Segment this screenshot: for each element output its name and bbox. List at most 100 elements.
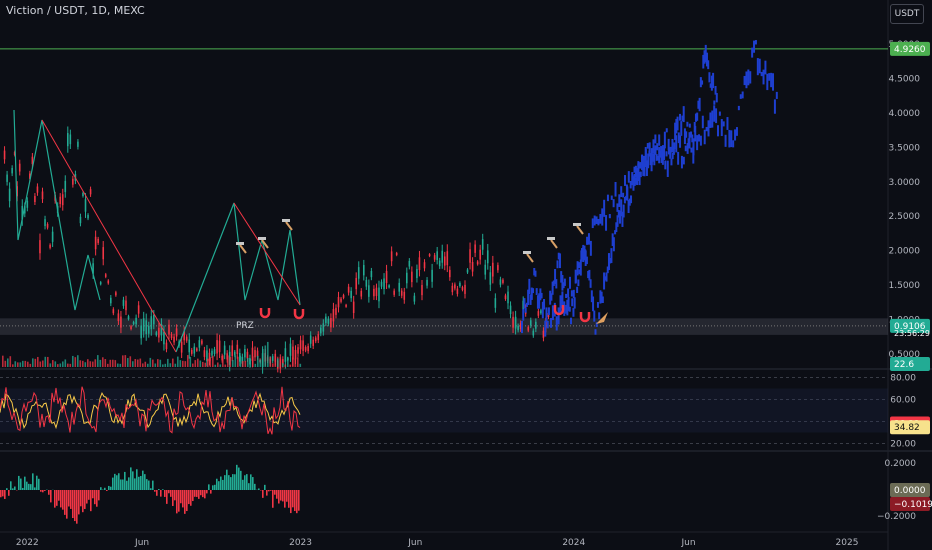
volume-bar [97, 355, 99, 367]
projection-candle [656, 143, 659, 151]
projection-candle [751, 47, 754, 58]
hist-bar [224, 475, 226, 490]
hist-bar [62, 490, 64, 510]
hist-bar [208, 484, 210, 490]
projection-candle [718, 111, 721, 116]
volume-bar [164, 363, 167, 367]
chart-root[interactable]: Viction / USDT, 1D, MEXC USDT PRZ 0.5000 1… [0, 0, 932, 550]
price-candle-body [360, 290, 363, 297]
projection-candle [699, 135, 702, 146]
price-candle-body [438, 260, 441, 267]
volume-bar [157, 359, 159, 367]
price-candle-body [244, 349, 246, 358]
projection-candle [610, 195, 613, 200]
projection-candle [665, 151, 668, 157]
projection-candle [770, 72, 773, 88]
hist-bar [282, 490, 284, 502]
projection-candle [550, 318, 553, 328]
volume-bar [44, 356, 47, 367]
volume-bar [299, 363, 302, 367]
hist-bar [86, 490, 88, 504]
volume-bar [24, 360, 27, 367]
hist-bar [288, 490, 290, 508]
price-candle-body [180, 341, 183, 353]
price-candle-body [102, 247, 105, 260]
volume-bar [237, 356, 239, 367]
hist-bar [96, 490, 98, 507]
price-candle-body [233, 351, 236, 356]
hammer-icon-head [282, 219, 290, 222]
price-candle-body [481, 239, 484, 250]
price-candle-body [535, 321, 537, 329]
hist-bar [24, 476, 26, 490]
price-candle-body [44, 219, 46, 226]
hist-bar [160, 490, 162, 497]
hist-bar [240, 470, 242, 490]
price-candle-body [479, 249, 481, 260]
hist-bar [268, 490, 270, 492]
hist-bar [128, 477, 130, 490]
projection-candle [639, 171, 642, 178]
hist-bar [254, 483, 256, 490]
hist-bar [298, 490, 300, 511]
price-candle-body [380, 281, 383, 287]
price-candle-body [403, 291, 406, 300]
price-candle-body [158, 327, 160, 338]
hist-bar [156, 490, 158, 496]
price-candle-body [461, 287, 464, 290]
projection-candle [626, 186, 629, 201]
hist-bar [44, 490, 46, 491]
projection-candle [772, 73, 775, 91]
volume-bar [132, 361, 134, 367]
volume-bar [137, 359, 139, 367]
projection-candle [708, 72, 711, 83]
price-candle-body [446, 251, 449, 266]
projection-candle [709, 112, 712, 128]
magnet-icon [259, 308, 271, 319]
hist-bar [294, 490, 296, 511]
price-candle-body [378, 287, 380, 302]
projection-candle [622, 192, 625, 198]
price-candle-body [456, 288, 459, 294]
volume-bar [252, 356, 254, 367]
price-candle-body [418, 257, 421, 271]
projection-candle [577, 279, 580, 287]
hist-bar [134, 478, 136, 490]
volume-bar [234, 355, 237, 367]
price-candle-body [342, 295, 345, 298]
hist-bar [38, 478, 40, 490]
volume-bar [282, 363, 284, 367]
hist-bar [124, 471, 126, 490]
volume-bar [64, 359, 67, 367]
price-candle-body [484, 264, 487, 275]
projection-candle [565, 293, 568, 299]
hist-bar [192, 490, 194, 502]
projection-candle [591, 218, 594, 229]
volume-bar [172, 358, 174, 367]
volume-bar [177, 356, 179, 367]
hist-bar [188, 490, 190, 505]
price-candle-body [459, 282, 461, 287]
projection-candle [739, 94, 742, 99]
chart-svg[interactable]: PRZ0.50001.00001.50002.00002.50003.00003… [0, 0, 932, 550]
price-candle-body [163, 331, 165, 345]
price-candle-body [122, 299, 125, 306]
projection-candle [676, 116, 679, 131]
hist-zero-label: 0.0000 [894, 486, 926, 496]
hist-bar [180, 490, 182, 504]
price-candle-body [147, 325, 150, 334]
volume-bar [17, 362, 19, 367]
price-candle-body [297, 347, 299, 354]
price-candle-body [69, 134, 72, 145]
projection-candle [603, 199, 606, 217]
volume-bar [77, 355, 79, 367]
hist-bar [278, 490, 280, 504]
price-candle-body [112, 309, 115, 314]
projection-candle [588, 269, 591, 281]
volume-bar [104, 359, 107, 367]
hist-bar [212, 485, 214, 490]
projection-candle [663, 131, 666, 149]
projection-candle [701, 80, 704, 85]
time-tick-label: 2025 [836, 538, 859, 548]
price-candle-body [436, 251, 438, 261]
